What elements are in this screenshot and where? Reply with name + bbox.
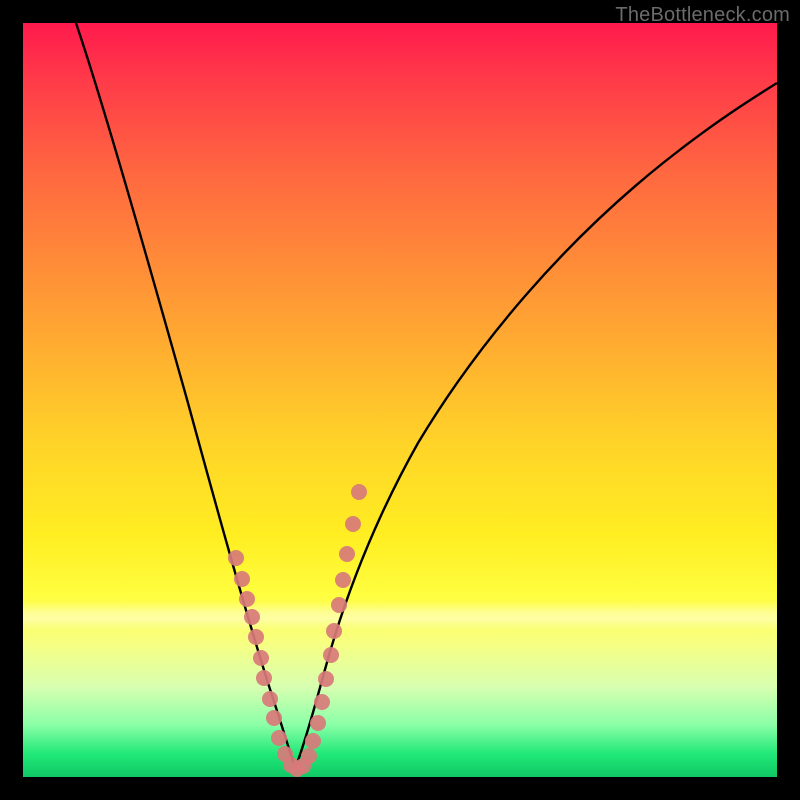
watermark-text: TheBottleneck.com [615, 4, 790, 27]
chart-plot-area [23, 23, 777, 777]
curve-right [295, 83, 777, 769]
chart-svg [23, 23, 777, 777]
marker-dot-group [228, 484, 367, 777]
